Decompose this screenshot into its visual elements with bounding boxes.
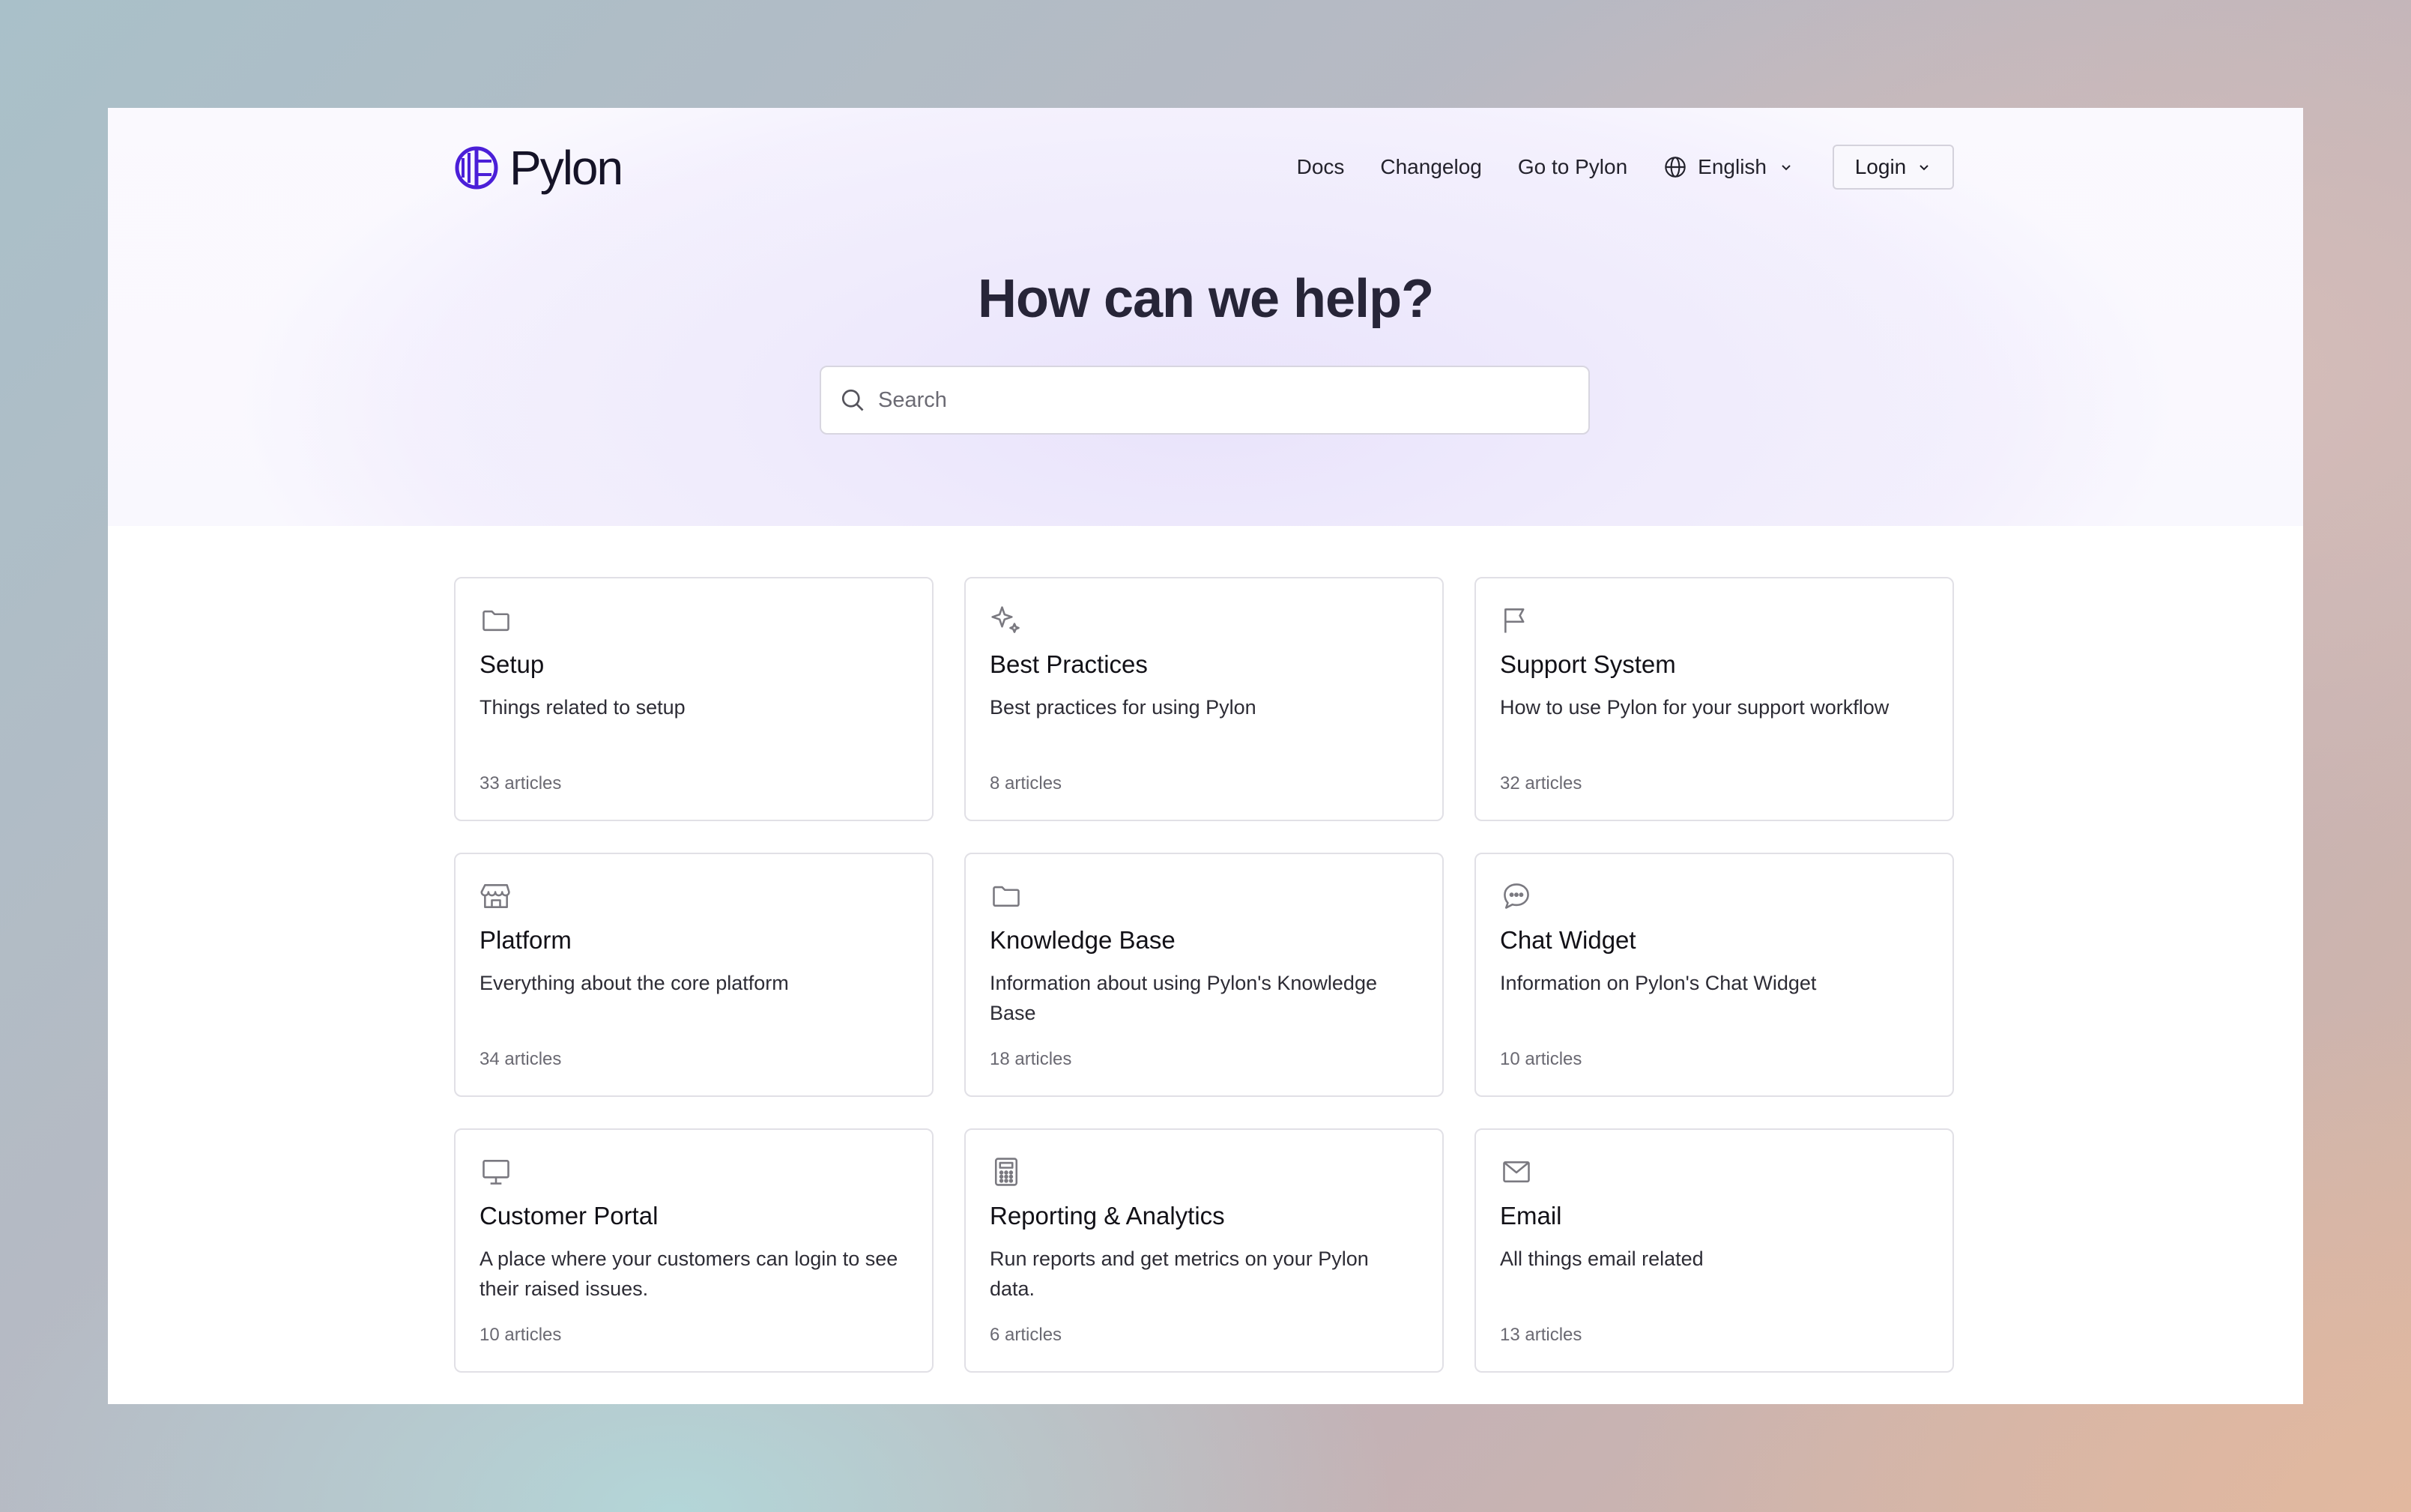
article-count: 6 articles	[990, 1325, 1062, 1345]
search-input[interactable]	[878, 387, 1552, 413]
login-label: Login	[1854, 155, 1907, 178]
card-description: Best practices for using Pylon	[990, 696, 1256, 719]
article-count: 32 articles	[1500, 773, 1582, 793]
help-center-window: Pylon Docs Changelog Go to Pylon English…	[108, 108, 2303, 1404]
collections-grid: Setup Things related to setup 33 article…	[454, 577, 1954, 1373]
card-description: Things related to setup	[480, 696, 686, 719]
card-title: Customer Portal	[480, 1202, 659, 1230]
login-button[interactable]: Login	[1833, 145, 1954, 190]
envelope-icon	[1503, 1161, 1530, 1183]
search-icon	[841, 389, 864, 411]
article-count: 10 articles	[1500, 1049, 1582, 1069]
collection-card-setup[interactable]: Setup Things related to setup 33 article…	[454, 577, 934, 821]
monitor-icon	[482, 1160, 509, 1185]
article-count: 33 articles	[480, 773, 562, 793]
card-title: Support System	[1500, 650, 1676, 678]
card-title: Reporting & Analytics	[990, 1202, 1225, 1230]
card-title: Best Practices	[990, 650, 1148, 678]
collection-card-best-practices[interactable]: Best Practices Best practices for using …	[964, 577, 1444, 821]
card-title: Setup	[480, 650, 545, 678]
article-count: 10 articles	[480, 1325, 562, 1345]
card-title: Chat Widget	[1500, 926, 1636, 954]
card-title: Email	[1500, 1202, 1562, 1230]
folder-icon	[482, 610, 509, 632]
collection-card-platform[interactable]: Platform Everything about the core platf…	[454, 853, 934, 1097]
card-description: Information on Pylon's Chat Widget	[1500, 972, 1817, 994]
collection-card-email[interactable]: Email All things email related 13 articl…	[1474, 1128, 1954, 1373]
article-count: 8 articles	[990, 773, 1062, 793]
hero-section: Pylon Docs Changelog Go to Pylon English…	[108, 108, 2303, 526]
storefront-icon	[480, 884, 510, 908]
article-count: 34 articles	[480, 1049, 562, 1069]
card-description: How to use Pylon for your support workfl…	[1500, 696, 1890, 719]
card-description: Run reports and get metrics on your Pylo…	[990, 1248, 1369, 1300]
pylon-logo[interactable]: Pylon	[454, 141, 623, 195]
nav-go-to-pylon-link[interactable]: Go to Pylon	[1518, 155, 1627, 179]
card-title: Knowledge Base	[990, 926, 1176, 954]
card-description: All things email related	[1500, 1248, 1704, 1270]
collection-card-knowledge-base[interactable]: Knowledge Base Information about using P…	[964, 853, 1444, 1097]
collection-card-customer-portal[interactable]: Customer Portal A place where your custo…	[454, 1128, 934, 1373]
language-selector[interactable]: English	[1663, 155, 1794, 179]
pylon-logo-icon	[455, 146, 498, 190]
collection-card-reporting-analytics[interactable]: Reporting & Analytics Run reports and ge…	[964, 1128, 1444, 1373]
chat-bubble-icon	[1504, 883, 1529, 909]
nav-changelog-link[interactable]: Changelog	[1380, 155, 1481, 179]
nav-docs-link[interactable]: Docs	[1297, 155, 1345, 179]
calculator-icon	[994, 1158, 1018, 1186]
card-description: Everything about the core platform	[480, 972, 789, 994]
chevron-down-icon	[1920, 165, 1929, 171]
chevron-down-icon	[1782, 165, 1791, 171]
card-description: Information about using Pylon's Knowledg…	[990, 972, 1377, 1024]
page-title: How can we help?	[977, 269, 1434, 329]
sparkles-icon	[991, 606, 1020, 633]
card-title: Platform	[480, 926, 572, 954]
globe-icon	[1665, 157, 1686, 178]
logo-wordmark: Pylon	[509, 141, 623, 195]
folder-icon	[993, 886, 1020, 907]
flag-icon	[1504, 608, 1525, 633]
collection-card-support-system[interactable]: Support System How to use Pylon for your…	[1474, 577, 1954, 821]
top-nav: Docs Changelog Go to Pylon English Login	[1297, 144, 1954, 190]
language-label: English	[1698, 155, 1767, 178]
search-box[interactable]	[820, 366, 1590, 435]
article-count: 18 articles	[990, 1049, 1072, 1069]
card-description: A place where your customers can login t…	[480, 1248, 898, 1300]
collection-card-chat-widget[interactable]: Chat Widget Information on Pylon's Chat …	[1474, 853, 1954, 1097]
article-count: 13 articles	[1500, 1325, 1582, 1345]
